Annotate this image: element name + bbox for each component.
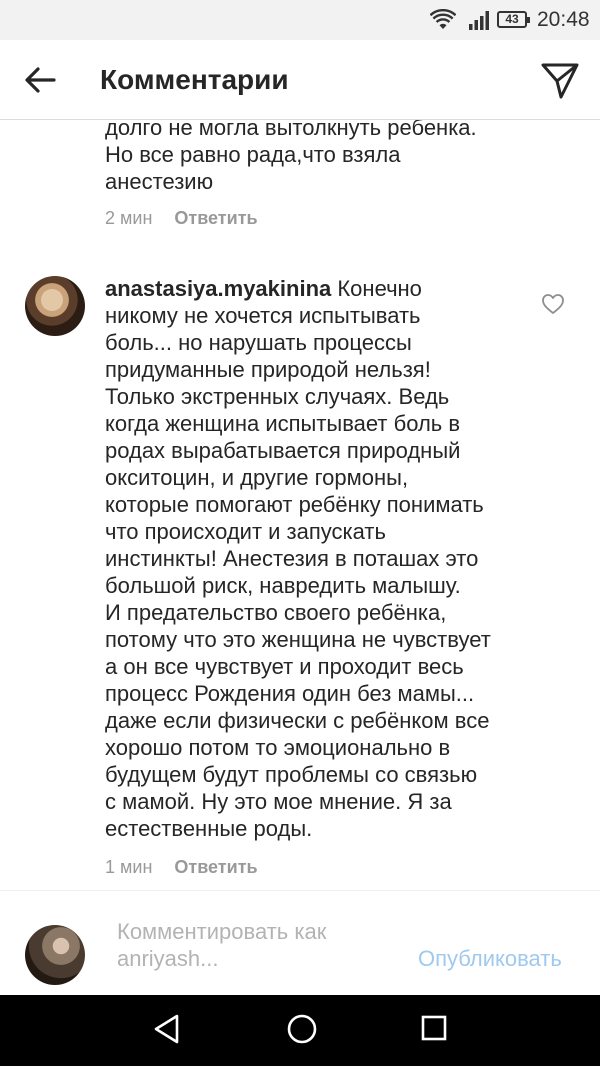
comment-username[interactable]: anastasiya.myakinina	[105, 276, 331, 301]
avatar[interactable]	[25, 276, 85, 336]
page-title: Комментарии	[100, 64, 289, 95]
wifi-icon	[430, 9, 456, 29]
comment-composer: Комментировать как anriyash... Опубликов…	[0, 890, 600, 995]
comment-input[interactable]: Комментировать как anriyash...	[117, 918, 397, 972]
reply-button[interactable]: Ответить	[174, 857, 257, 877]
app-header: Комментарии	[0, 40, 600, 120]
signal-icon	[469, 11, 489, 30]
triangle-back-icon[interactable]	[152, 1013, 182, 1045]
circle-home-icon[interactable]	[286, 1013, 318, 1045]
arrow-left-icon[interactable]	[22, 62, 58, 98]
status-bar: 43 20:48	[0, 0, 600, 40]
reply-button[interactable]: Ответить	[174, 208, 257, 228]
heart-outline-icon[interactable]	[541, 293, 565, 315]
comment-meta: 2 мин Ответить	[105, 208, 258, 229]
comment: anastasiya.myakinina Конечно никому не х…	[105, 275, 535, 842]
comment-time: 1 мин	[105, 857, 153, 877]
battery-indicator: 43	[497, 11, 530, 28]
clock: 20:48	[537, 8, 590, 31]
comment-time: 2 мин	[105, 208, 153, 228]
comments-list: долго не могла вытолкнуть ребенка. Но вс…	[0, 120, 600, 890]
paper-plane-icon[interactable]	[540, 60, 580, 100]
comment-text: долго не могла вытолкнуть ребенка. Но вс…	[105, 120, 477, 194]
avatar	[25, 925, 85, 985]
navigation-bar	[0, 995, 600, 1066]
square-recents-icon[interactable]	[420, 1014, 448, 1042]
comment-text: Конечно никому не хочется испытывать бол…	[105, 276, 491, 841]
comment-meta: 1 мин Ответить	[105, 857, 258, 878]
publish-button[interactable]: Опубликовать	[418, 946, 562, 972]
